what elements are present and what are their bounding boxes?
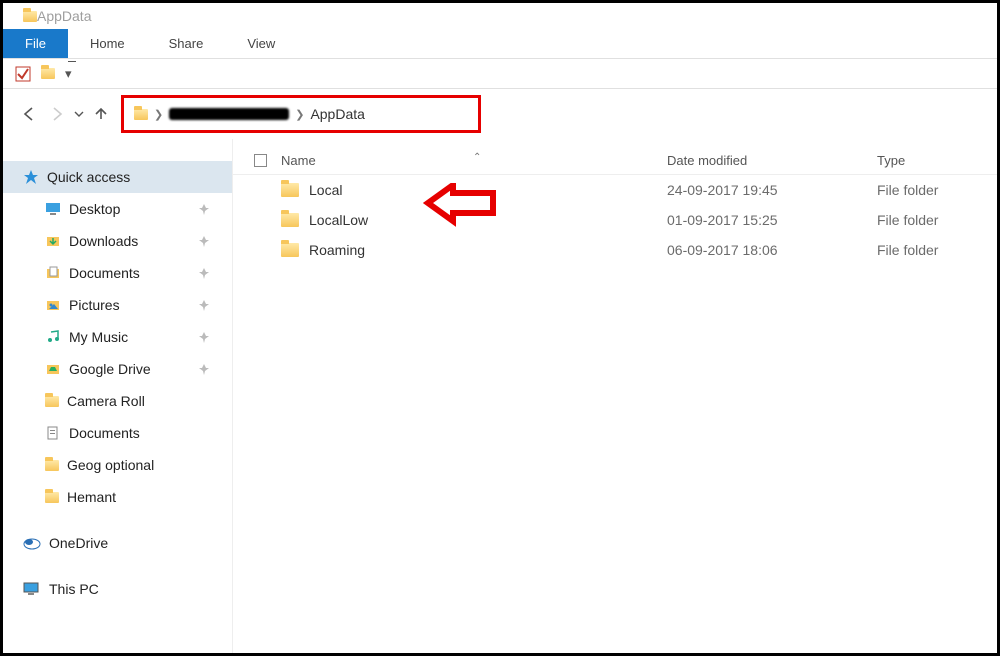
documents-icon (45, 425, 61, 441)
pin-icon (198, 363, 210, 375)
chevron-right-icon: ❯ (154, 108, 163, 121)
forward-button[interactable] (43, 100, 71, 128)
tab-home[interactable]: Home (68, 29, 147, 58)
sidebar-item-geog-optional[interactable]: Geog optional (3, 449, 232, 481)
file-type: File folder (877, 212, 997, 228)
redacted-user-segment (169, 108, 289, 120)
file-name: LocalLow (309, 212, 368, 228)
sidebar-label: OneDrive (49, 535, 108, 551)
sidebar-item-label: Desktop (69, 201, 120, 217)
onedrive-icon (23, 536, 41, 550)
sidebar-item-label: My Music (69, 329, 128, 345)
sort-caret-icon: ⌃ (473, 152, 481, 163)
column-header-type[interactable]: Type (877, 153, 997, 168)
sidebar-item-label: Documents (69, 265, 140, 281)
file-type: File folder (877, 182, 997, 198)
column-header-name[interactable]: Name ⌃ (273, 153, 667, 168)
table-row[interactable]: LocalLow 01-09-2017 15:25 File folder (233, 205, 997, 235)
sidebar-item-hemant[interactable]: Hemant (3, 481, 232, 513)
downloads-icon (45, 233, 61, 249)
table-row[interactable]: Roaming 06-09-2017 18:06 File folder (233, 235, 997, 265)
ribbon-tabs: File Home Share View (3, 29, 997, 59)
sidebar-label: Quick access (47, 169, 130, 185)
sidebar-item-downloads[interactable]: Downloads (3, 225, 232, 257)
sidebar-item-google-drive[interactable]: Google Drive (3, 353, 232, 385)
pin-icon (198, 267, 210, 279)
sidebar-this-pc[interactable]: This PC (3, 573, 232, 605)
column-headers: Name ⌃ Date modified Type (233, 147, 997, 175)
tab-view[interactable]: View (225, 29, 297, 58)
file-date: 01-09-2017 15:25 (667, 212, 877, 228)
file-name: Local (309, 182, 342, 198)
tab-file[interactable]: File (3, 29, 68, 58)
table-row[interactable]: Local 24-09-2017 19:45 File folder (233, 175, 997, 205)
pin-icon (198, 331, 210, 343)
folder-icon (281, 213, 299, 227)
pin-icon (198, 203, 210, 215)
folder-icon (45, 396, 59, 407)
gdrive-icon (45, 361, 61, 377)
window-title: AppData (37, 8, 91, 24)
sidebar-item-my-music[interactable]: My Music (3, 321, 232, 353)
sidebar-item-camera-roll[interactable]: Camera Roll (3, 385, 232, 417)
folder-icon (45, 460, 59, 471)
file-list: Name ⌃ Date modified Type Local 24-09-20… (233, 139, 997, 653)
pictures-icon (45, 297, 61, 313)
pin-icon (198, 299, 210, 311)
up-button[interactable] (87, 100, 115, 128)
chevron-right-icon: ❯ (295, 108, 304, 121)
file-date: 24-09-2017 19:45 (667, 182, 877, 198)
nav-row: ❯ ❯ AppData (3, 89, 997, 139)
computer-icon (23, 582, 41, 596)
folder-icon (281, 243, 299, 257)
file-name: Roaming (309, 242, 365, 258)
pin-icon (198, 235, 210, 247)
breadcrumb-current[interactable]: AppData (310, 106, 364, 122)
address-bar[interactable]: ❯ ❯ AppData (121, 95, 481, 133)
dropdown-icon[interactable]: ▾ (65, 66, 72, 82)
folder-icon (281, 183, 299, 197)
sidebar-item-label: Hemant (67, 489, 116, 505)
back-button[interactable] (15, 100, 43, 128)
sidebar-onedrive[interactable]: OneDrive (3, 527, 232, 559)
sidebar-item-label: Geog optional (67, 457, 154, 473)
column-header-date[interactable]: Date modified (667, 153, 877, 168)
star-icon (23, 169, 39, 185)
file-type: File folder (877, 242, 997, 258)
sidebar-quick-access[interactable]: Quick access (3, 161, 232, 193)
desktop-icon (45, 201, 61, 217)
select-all-checkbox[interactable] (233, 154, 273, 167)
window-title-bar: AppData (3, 3, 997, 29)
folder-icon[interactable] (41, 68, 55, 79)
quick-access-toolbar: ▾ (3, 59, 997, 89)
sidebar-item-label: Pictures (69, 297, 120, 313)
main-area: Quick access Desktop Downloads Documents… (3, 139, 997, 653)
folder-icon (23, 11, 37, 22)
sidebar-item-pictures[interactable]: Pictures (3, 289, 232, 321)
sidebar-item-documents-2[interactable]: Documents (3, 417, 232, 449)
folder-icon (134, 109, 148, 120)
documents-icon (45, 265, 61, 281)
file-date: 06-09-2017 18:06 (667, 242, 877, 258)
tab-share[interactable]: Share (147, 29, 226, 58)
sidebar-item-label: Google Drive (69, 361, 151, 377)
sidebar-item-desktop[interactable]: Desktop (3, 193, 232, 225)
sidebar-item-documents[interactable]: Documents (3, 257, 232, 289)
navigation-sidebar: Quick access Desktop Downloads Documents… (3, 139, 233, 653)
music-icon (45, 329, 61, 345)
sidebar-item-label: Camera Roll (67, 393, 145, 409)
sidebar-item-label: Downloads (69, 233, 138, 249)
sidebar-item-label: Documents (69, 425, 140, 441)
folder-icon (45, 492, 59, 503)
properties-icon[interactable] (15, 66, 31, 82)
recent-dropdown[interactable] (71, 100, 87, 128)
sidebar-label: This PC (49, 581, 99, 597)
